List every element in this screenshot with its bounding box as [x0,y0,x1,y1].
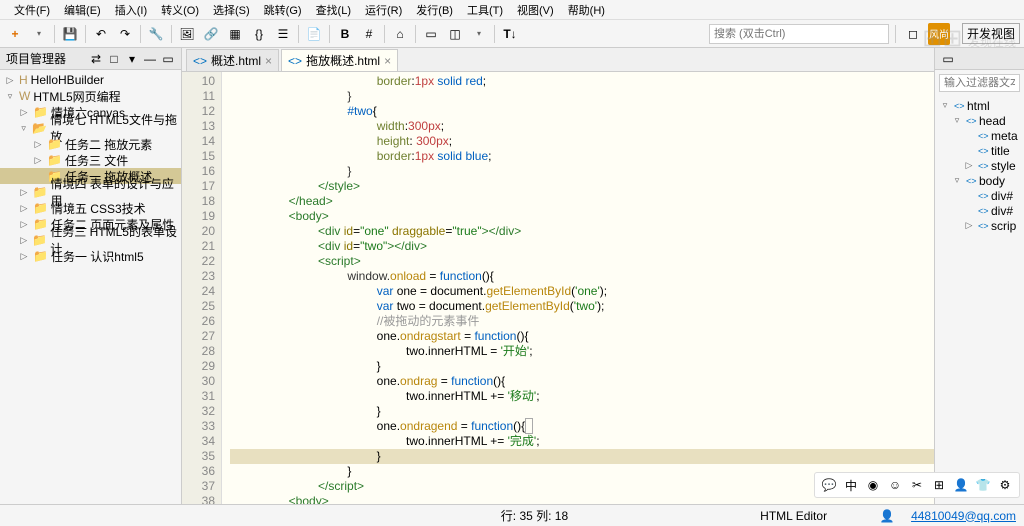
menu-icon[interactable]: ▾ [125,52,139,66]
view-a-icon[interactable]: ▭ [420,23,442,45]
outline-item[interactable]: <>div# [935,188,1024,203]
tag-b-icon[interactable]: B [334,23,356,45]
cursor-position: 行: 35 列: 18 [501,507,568,524]
menu-item[interactable]: 查找(L) [310,0,357,20]
menu-item[interactable]: 转义(O) [155,0,205,20]
tab-close-icon[interactable]: × [384,54,391,68]
outline-tree: ▿<>html▿<>head<>meta<>title▷<>style▿<>bo… [935,96,1024,235]
chat-icon[interactable]: 💬 [821,477,837,493]
save-icon[interactable]: 💾 [59,23,81,45]
code-editor[interactable]: border:1px solid red; } #two{ width:300p… [222,72,934,504]
statusbar: 行: 35 列: 18 HTML Editor 👤 44810049@qq.co… [0,504,1024,526]
dev-view-label[interactable]: 开发视图 [962,23,1020,44]
panel-title-text: 项目管理器 [6,50,66,67]
tree-item[interactable]: ▷HHelloHBuilder [0,72,181,88]
menu-item[interactable]: 帮助(H) [562,0,611,20]
new-button[interactable]: + [4,23,26,45]
grid-icon[interactable]: ⊞ [931,477,947,493]
tag-code-icon[interactable]: # [358,23,380,45]
user-status-icon[interactable]: 👤 [879,508,895,524]
outline-panel: ▭ ▿<>html▿<>head<>meta<>title▷<>style▿<>… [934,48,1024,504]
image-icon[interactable]: 🖼 [176,23,198,45]
line-gutter: 1011121314151617181920212223242526272829… [182,72,222,504]
outline-item[interactable]: <>title [935,143,1024,158]
tree-item[interactable]: ▿📂情境七 HTML5文件与拖放 [0,120,181,136]
new-dropdown[interactable]: ▾ [28,23,50,45]
tab-close-icon[interactable]: × [265,54,272,68]
undo-icon[interactable]: ↶ [90,23,112,45]
tree-item[interactable]: ▷📁情境四 表单的设计与应用 [0,184,181,200]
tree-item[interactable]: ▷📁任务三 HTML5的表单设计 [0,232,181,248]
outline-item[interactable]: <>meta [935,128,1024,143]
code-icon[interactable]: {} [248,23,270,45]
table-icon[interactable]: ▦ [224,23,246,45]
editor-tabs: <>概述.html×<>拖放概述.html× [182,48,934,72]
editor-tab[interactable]: <>拖放概述.html× [281,49,398,71]
user-email[interactable]: 44810049@qq.com [911,509,1016,523]
gear-icon[interactable]: ⚙ [997,477,1013,493]
list-icon[interactable]: ☰ [272,23,294,45]
shirt-icon[interactable]: 👕 [975,477,991,493]
editor-mode: HTML Editor [760,509,827,523]
min-icon[interactable]: — [143,52,157,66]
box-icon[interactable]: ◻ [902,23,924,45]
view-b-icon[interactable]: ◫ [444,23,466,45]
cn-icon[interactable]: 中 [843,477,859,493]
menu-item[interactable]: 工具(T) [461,0,509,20]
redo-icon[interactable]: ↷ [114,23,136,45]
toolbar: + ▾ 💾 ↶ ↷ 🔧 🖼 🔗 ▦ {} ☰ 📄 B # ⌂ ▭ ◫ ▾ T↓ … [0,20,1024,48]
menubar: 文件(F)编辑(E)插入(I)转义(O)选择(S)跳转(G)查找(L)运行(R)… [0,0,1024,20]
search-input[interactable] [709,24,889,44]
link-icon[interactable]: 🔗 [200,23,222,45]
home-icon[interactable]: ⌂ [389,23,411,45]
menu-item[interactable]: 插入(I) [109,0,153,20]
outline-filter-input[interactable] [939,74,1020,92]
cut-icon[interactable]: ✂ [909,477,925,493]
tool-icon[interactable]: 🔧 [145,23,167,45]
tree-item[interactable]: ▷📁任务三 文件 [0,152,181,168]
outline-title: ▭ [935,48,1024,70]
menu-item[interactable]: 跳转(G) [258,0,308,20]
float-toolbar: 💬 中 ◉ ☺ ✂ ⊞ 👤 👕 ⚙ [814,472,1020,498]
editor-tab[interactable]: <>概述.html× [186,49,279,71]
warn-icon[interactable]: 风尚 [928,23,950,45]
menu-item[interactable]: 编辑(E) [58,0,107,20]
panel-title: 项目管理器 ⇄ □ ▾ — ▭ [0,48,181,70]
more-icon[interactable]: ▭ [161,52,175,66]
doc-icon[interactable]: 📄 [303,23,325,45]
target-icon[interactable]: ◉ [865,477,881,493]
link-icon[interactable]: ⇄ [89,52,103,66]
tree-item[interactable]: ▿WHTML5网页编程 [0,88,181,104]
text-icon[interactable]: T↓ [499,23,521,45]
menu-item[interactable]: 视图(V) [511,0,560,20]
smile-icon[interactable]: ☺ [887,477,903,493]
project-tree: ▷HHelloHBuilder▿WHTML5网页编程▷📁情境六canvas▿📂情… [0,70,181,504]
outline-min-icon[interactable]: ▭ [941,52,955,66]
editor-area: <>概述.html×<>拖放概述.html× 10111213141516171… [182,48,934,504]
outline-item[interactable]: <>div# [935,203,1024,218]
outline-item[interactable]: ▷<>scrip [935,218,1024,233]
menu-item[interactable]: 选择(S) [207,0,256,20]
outline-item[interactable]: ▿<>html [935,98,1024,113]
menu-item[interactable]: 文件(F) [8,0,56,20]
project-manager-panel: 项目管理器 ⇄ □ ▾ — ▭ ▷HHelloHBuilder▿WHTML5网页… [0,48,182,504]
outline-item[interactable]: ▿<>head [935,113,1024,128]
view-dropdown[interactable]: ▾ [468,23,490,45]
user-icon[interactable]: 👤 [953,477,969,493]
menu-item[interactable]: 发行(B) [410,0,459,20]
outline-item[interactable]: ▷<>style [935,158,1024,173]
menu-item[interactable]: 运行(R) [359,0,408,20]
sort-icon[interactable]: □ [107,52,121,66]
outline-item[interactable]: ▿<>body [935,173,1024,188]
